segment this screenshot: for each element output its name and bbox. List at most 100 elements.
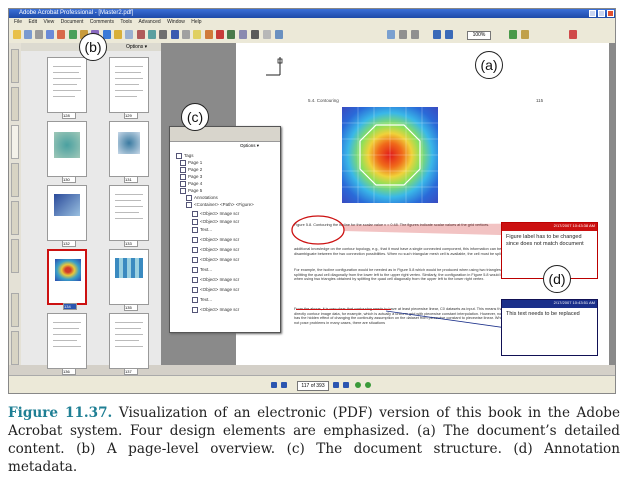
highlight-tool-icon[interactable] xyxy=(205,30,213,39)
tab-comments[interactable] xyxy=(11,293,19,327)
menu-advanced[interactable]: Advanced xyxy=(138,18,160,27)
status-bar: 117 of 393 xyxy=(9,375,615,393)
page-thumbnails-panel: Options ▾ 128 129 130 131 132 133 134 13… xyxy=(21,43,162,375)
open-icon[interactable] xyxy=(13,30,21,39)
bookmark-icon[interactable] xyxy=(521,30,529,39)
tree-item[interactable]: Tags xyxy=(176,153,194,159)
snapshot-icon[interactable] xyxy=(182,30,190,39)
zoom-in-icon[interactable] xyxy=(445,30,453,39)
shape-tool-icon[interactable] xyxy=(239,30,247,39)
note-tool-icon[interactable] xyxy=(193,30,201,39)
menu-tools[interactable]: Tools xyxy=(120,18,132,27)
thumbnail-page[interactable]: 128 xyxy=(47,57,87,119)
menu-help[interactable]: Help xyxy=(191,18,201,27)
thumbnail-page[interactable]: 137 xyxy=(109,313,149,375)
search-icon[interactable] xyxy=(57,30,65,39)
tree-item[interactable]: Page 3 xyxy=(180,174,202,180)
thumbnail-page[interactable]: 132 xyxy=(47,185,87,247)
help-icon[interactable] xyxy=(509,30,517,39)
crosshair-cursor-icon xyxy=(266,57,283,76)
close-button[interactable] xyxy=(607,10,614,17)
tree-item[interactable]: <Object> Image scr xyxy=(192,287,239,293)
create-pdf-icon[interactable] xyxy=(69,30,77,39)
next-page-icon[interactable] xyxy=(333,382,339,388)
thumbnail-page[interactable]: 130 xyxy=(47,121,87,183)
fit-width-icon[interactable] xyxy=(399,30,407,39)
select-tool-icon[interactable] xyxy=(159,30,167,39)
email-icon[interactable] xyxy=(46,30,54,39)
adobe-logo-icon xyxy=(569,30,577,39)
tree-item[interactable]: Page 1 xyxy=(180,160,202,166)
tree-item[interactable]: <Object> Image scr xyxy=(192,211,239,217)
annotation-text[interactable]: Figure label has to be changed since doe… xyxy=(502,231,597,251)
annotation-header: Figure 2/17/2007 10:43:38 AM xyxy=(502,223,597,237)
menu-comments[interactable]: Comments xyxy=(90,18,114,27)
menu-edit[interactable]: Edit xyxy=(28,18,37,27)
tree-item[interactable]: Page 5 xyxy=(180,188,202,194)
first-page-icon[interactable] xyxy=(271,382,277,388)
thumbnails-options[interactable]: Options ▾ xyxy=(126,43,147,51)
continuous-page-icon[interactable] xyxy=(275,30,283,39)
text-box-icon[interactable] xyxy=(251,30,259,39)
tree-item[interactable]: <Container> <Path> <Figure> xyxy=(186,202,254,208)
save-icon[interactable] xyxy=(24,30,32,39)
thumbnail-page[interactable]: 131 xyxy=(109,121,149,183)
tab-bookmarks[interactable] xyxy=(11,49,19,83)
tree-item[interactable]: Annotations xyxy=(186,195,218,201)
tree-item[interactable]: Text... xyxy=(192,267,212,273)
tree-item[interactable]: Text... xyxy=(192,227,212,233)
print-icon[interactable] xyxy=(35,30,43,39)
caption-label: Figure 11.37. xyxy=(8,405,113,421)
menu-file[interactable]: File xyxy=(14,18,22,27)
single-page-icon[interactable] xyxy=(263,30,271,39)
tree-item[interactable]: <Object> Image scr xyxy=(192,277,239,283)
tree-item[interactable]: Page 4 xyxy=(180,181,202,187)
previous-page-icon[interactable] xyxy=(281,382,287,388)
menu-view[interactable]: View xyxy=(43,18,54,27)
tree-item[interactable]: <Object> Image scr xyxy=(192,307,239,313)
zoom-field[interactable]: 100% xyxy=(467,31,491,40)
last-page-icon[interactable] xyxy=(343,382,349,388)
body-paragraph: additional knowledge on the contour topo… xyxy=(294,247,515,256)
tags-options[interactable]: Options ▾ xyxy=(240,143,259,149)
body-paragraph: For example, the isoline configuration w… xyxy=(294,268,522,282)
maximize-button[interactable] xyxy=(598,10,605,17)
menu-window[interactable]: Window xyxy=(167,18,185,27)
stamp-tool-icon[interactable] xyxy=(227,30,235,39)
thumbnail-page[interactable]: 136 xyxy=(47,313,87,375)
tree-item[interactable]: Text... xyxy=(192,297,212,303)
thumbnail-label: 134 xyxy=(63,303,77,310)
thumbnail-label: 129 xyxy=(124,112,138,119)
zoom-tool-icon[interactable] xyxy=(171,30,179,39)
tab-attachments[interactable] xyxy=(11,331,19,365)
tree-item[interactable]: Page 2 xyxy=(180,167,202,173)
tree-item[interactable]: <Object> Image scr xyxy=(192,219,239,225)
previous-view-icon[interactable] xyxy=(355,382,361,388)
rotate-icon[interactable] xyxy=(387,30,395,39)
tree-item[interactable]: <Object> Image scr xyxy=(192,247,239,253)
tab-signatures[interactable] xyxy=(11,87,19,121)
tab-model-tree[interactable] xyxy=(11,201,19,235)
thumbnail-page[interactable]: 129 xyxy=(109,57,149,119)
review-icon[interactable] xyxy=(137,30,145,39)
tab-tags[interactable] xyxy=(11,239,19,273)
forms-icon[interactable] xyxy=(125,30,133,39)
hand-tool-icon[interactable] xyxy=(148,30,156,39)
menu-document[interactable]: Document xyxy=(61,18,84,27)
callout-d: (d) xyxy=(543,265,571,293)
thumbnail-page[interactable]: 133 xyxy=(109,185,149,247)
fit-page-icon[interactable] xyxy=(411,30,419,39)
thumbnail-page-current[interactable]: 134 xyxy=(47,249,87,310)
next-view-icon[interactable] xyxy=(365,382,371,388)
tree-item[interactable]: <Object> Image scr xyxy=(192,257,239,263)
page-number-field[interactable]: 117 of 393 xyxy=(297,381,329,391)
tab-pages[interactable] xyxy=(11,125,19,159)
minimize-button[interactable] xyxy=(589,10,596,17)
tab-layers[interactable] xyxy=(11,163,19,197)
tree-item[interactable]: <Object> Image scr xyxy=(192,237,239,243)
annotation-popup-crossout[interactable]: Cross-Out 2/17/2007 10:43:51 AM This tex… xyxy=(501,299,598,356)
thumbnail-page[interactable]: 135 xyxy=(109,249,149,311)
pencil-tool-icon[interactable] xyxy=(216,30,224,39)
zoom-out-icon[interactable] xyxy=(433,30,441,39)
sign-icon[interactable] xyxy=(114,30,122,39)
